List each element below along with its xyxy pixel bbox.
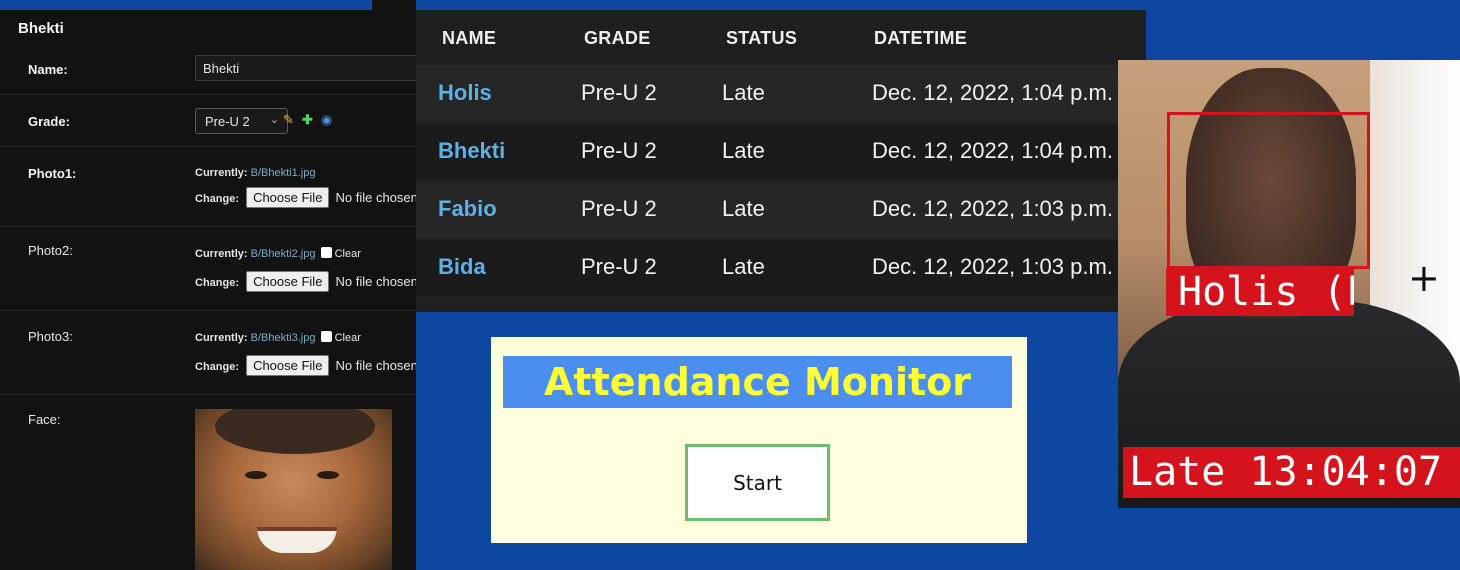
- pencil-icon[interactable]: ✎: [283, 112, 294, 128]
- grade-select[interactable]: Pre-U 2 ⌄: [195, 108, 288, 134]
- eye-icon[interactable]: ◉: [321, 112, 332, 128]
- table-row: Bhekti Pre-U 2 Late Dec. 12, 2022, 1:04 …: [416, 123, 1146, 181]
- photo3-change-label: Change:: [195, 361, 239, 373]
- photo2-label: Photo2:: [28, 243, 73, 258]
- photo2-clear-label: Clear: [334, 248, 361, 260]
- name-input[interactable]: [195, 55, 416, 81]
- admin-topbar: [0, 0, 416, 10]
- grade-select-value: Pre-U 2: [205, 114, 250, 129]
- header-name: NAME: [442, 28, 497, 48]
- header-status: STATUS: [726, 28, 798, 48]
- row-datetime: Dec. 12, 2022, 1:03 p.m.: [872, 196, 1113, 221]
- row-status: Late: [722, 138, 765, 163]
- photo3-no-file-text: No file chosen: [335, 358, 417, 373]
- photo1-row: Photo1: Currently: B/Bhekti1.jpg Change:…: [0, 147, 416, 227]
- photo3-clear-checkbox[interactable]: [320, 331, 332, 342]
- photo2-clear-checkbox[interactable]: [320, 247, 332, 258]
- photo3-clear-label: Clear: [334, 332, 361, 344]
- camera-feed: Holis (P Late 13:04:07 +: [1118, 60, 1460, 508]
- row-status: Late: [722, 254, 765, 279]
- photo1-change: Change: Choose File No file chosen: [195, 187, 416, 208]
- photo2-row: Photo2: Currently: B/Bhekti2.jpg Clear C…: [0, 227, 416, 311]
- face-label: Face:: [28, 412, 61, 427]
- grade-row: Grade: Pre-U 2 ⌄ ✎ ✚ ◉: [0, 95, 416, 147]
- photo2-change: Change: Choose File No file chosen: [195, 271, 416, 292]
- monitor-title: Attendance Monitor: [503, 356, 1012, 408]
- form-header: Bhekti: [0, 10, 416, 44]
- grade-label: Grade:: [28, 114, 70, 129]
- row-name-link[interactable]: Holis: [438, 80, 492, 106]
- name-row: Name:: [0, 44, 416, 95]
- name-label: Name:: [28, 62, 68, 77]
- plus-icon[interactable]: ✚: [302, 112, 313, 128]
- row-datetime: Dec. 12, 2022, 1:04 p.m.: [872, 138, 1113, 163]
- row-status: Late: [722, 196, 765, 221]
- row-grade: Pre-U 2: [581, 138, 657, 163]
- photo1-change-label: Change:: [195, 193, 239, 205]
- header-datetime: DATETIME: [874, 28, 968, 48]
- photo3-label: Photo3:: [28, 329, 73, 344]
- photo2-currently-label: Currently:: [195, 248, 248, 260]
- chevron-down-icon: ⌄: [269, 114, 279, 126]
- row-name-link[interactable]: Bida: [438, 254, 486, 280]
- photo2-change-label: Change:: [195, 277, 239, 289]
- header-grade: GRADE: [584, 28, 651, 48]
- row-grade: Pre-U 2: [581, 196, 657, 221]
- photo3-currently-label: Currently:: [195, 332, 248, 344]
- detected-status-tag: Late 13:04:07: [1123, 447, 1460, 498]
- row-name-link[interactable]: Bhekti: [438, 138, 505, 164]
- photo2-file-link[interactable]: B/Bhekti2.jpg: [251, 248, 316, 260]
- attendance-table: NAME GRADE STATUS DATETIME Holis Pre-U 2…: [416, 10, 1146, 312]
- photo2-currently: Currently: B/Bhekti2.jpg Clear: [195, 247, 361, 260]
- photo3-row: Photo3: Currently: B/Bhekti3.jpg Clear C…: [0, 311, 416, 395]
- form-title: Bhekti: [18, 20, 64, 37]
- table-row: Bida Pre-U 2 Late Dec. 12, 2022, 1:03 p.…: [416, 239, 1146, 297]
- photo3-choose-file-button[interactable]: Choose File: [246, 355, 330, 376]
- row-datetime: Dec. 12, 2022, 1:04 p.m.: [872, 80, 1113, 105]
- start-button[interactable]: Start: [685, 444, 830, 521]
- row-status: Late: [722, 80, 765, 105]
- face-detection-box: [1167, 112, 1370, 269]
- photo3-change: Change: Choose File No file chosen: [195, 355, 416, 376]
- table-row: Fabio Pre-U 2 Late Dec. 12, 2022, 1:03 p…: [416, 181, 1146, 239]
- admin-edit-form: Bhekti Name: Grade: Pre-U 2 ⌄ ✎ ✚ ◉ Phot…: [0, 0, 416, 570]
- row-datetime: Dec. 12, 2022, 1:03 p.m.: [872, 254, 1113, 279]
- row-name-link[interactable]: Fabio: [438, 196, 497, 222]
- detected-name-tag: Holis (P: [1166, 268, 1354, 316]
- attendance-monitor-card: Attendance Monitor Start: [491, 337, 1027, 543]
- photo2-choose-file-button[interactable]: Choose File: [246, 271, 330, 292]
- row-grade: Pre-U 2: [581, 80, 657, 105]
- crosshair-cursor-icon: +: [1408, 256, 1440, 300]
- photo1-currently: Currently: B/Bhekti1.jpg: [195, 167, 315, 179]
- photo1-label: Photo1:: [28, 166, 77, 181]
- admin-topbar-dark: [372, 0, 416, 10]
- photo3-currently: Currently: B/Bhekti3.jpg Clear: [195, 331, 361, 344]
- photo1-currently-label: Currently:: [195, 167, 248, 179]
- table-row: Holis Pre-U 2 Late Dec. 12, 2022, 1:04 p…: [416, 65, 1146, 123]
- photo1-file-link[interactable]: B/Bhekti1.jpg: [251, 167, 316, 179]
- face-photo: [195, 409, 392, 570]
- photo2-no-file-text: No file chosen: [335, 274, 417, 289]
- row-grade: Pre-U 2: [581, 254, 657, 279]
- photo3-file-link[interactable]: B/Bhekti3.jpg: [251, 332, 316, 344]
- photo1-no-file-text: No file chosen: [335, 190, 417, 205]
- photo1-choose-file-button[interactable]: Choose File: [246, 187, 330, 208]
